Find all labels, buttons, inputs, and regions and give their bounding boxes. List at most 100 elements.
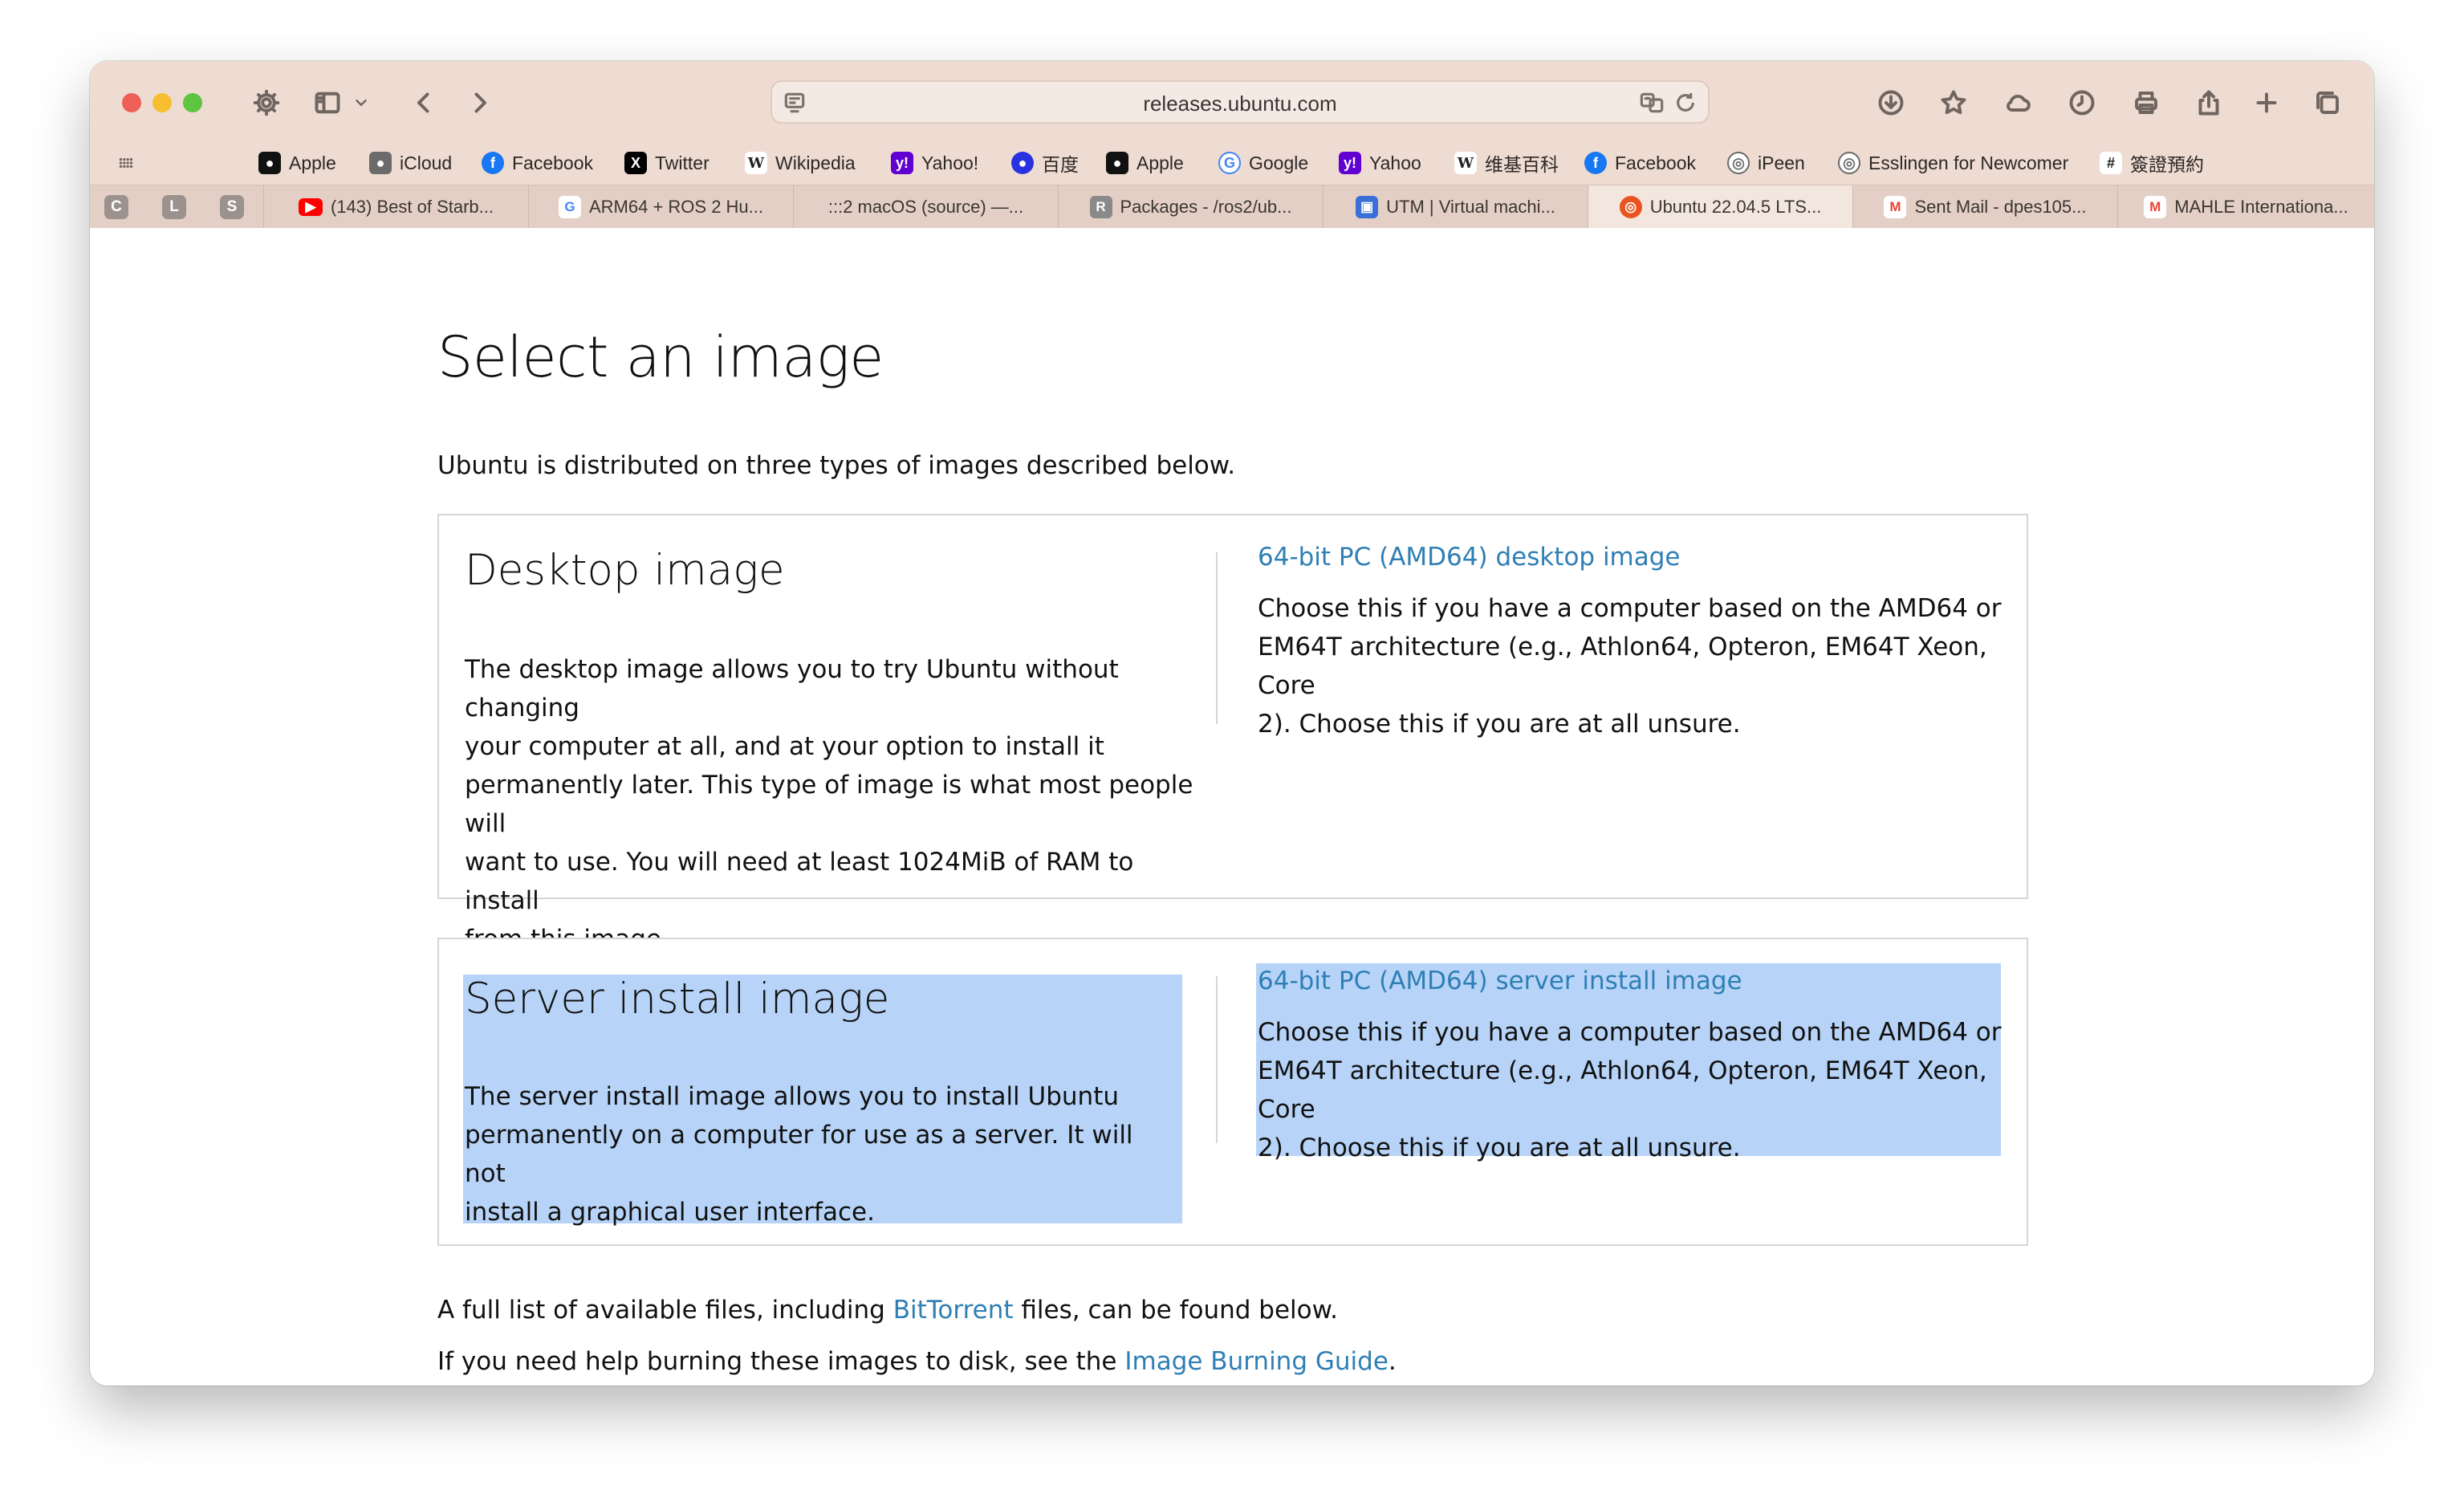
history-icon[interactable] xyxy=(2061,82,2103,124)
google-icon: G xyxy=(1218,152,1241,174)
translate-icon[interactable] xyxy=(1639,90,1665,116)
back-icon[interactable] xyxy=(403,82,445,124)
gmail-icon: M xyxy=(2144,196,2167,218)
pinned-tab[interactable]: S xyxy=(220,195,244,219)
star-icon[interactable] xyxy=(1933,82,1974,124)
grid-icon[interactable] xyxy=(109,141,144,185)
sidebar-icon[interactable] xyxy=(307,82,348,124)
tab-label: :::2 macOS (source) —... xyxy=(827,197,1024,217)
description-line: 2). Choose this if you are at all unsure… xyxy=(1258,710,1741,739)
favorite-item[interactable]: f Facebook xyxy=(482,141,593,185)
reload-icon[interactable] xyxy=(1673,90,1698,116)
pinned-tab[interactable]: L xyxy=(162,195,186,219)
share-icon[interactable] xyxy=(2188,82,2230,124)
x-icon: X xyxy=(624,152,647,174)
favorite-item[interactable]: y! Yahoo xyxy=(1339,141,1421,185)
apple-icon: ● xyxy=(1106,152,1128,174)
footer-text: files, can be found below. xyxy=(1013,1296,1338,1325)
tab[interactable]: M MAHLE Internationa... xyxy=(2117,185,2374,229)
page-content: Select an image Ubuntu is distributed on… xyxy=(90,228,2374,1386)
favorite-label: Wikipedia xyxy=(775,152,856,173)
print-icon[interactable] xyxy=(2125,82,2167,124)
ubuntu-icon: ◎ xyxy=(1619,196,1642,218)
facebook-icon: f xyxy=(482,152,504,174)
tab[interactable]: :::2 macOS (source) —... xyxy=(793,185,1058,229)
favorite-label: 百度 xyxy=(1042,154,1079,175)
r-icon: R xyxy=(1089,196,1112,218)
image-burning-guide-link[interactable]: Image Burning Guide xyxy=(1124,1347,1389,1376)
server-image-card: Server install image The server install … xyxy=(437,938,2028,1246)
favorite-item[interactable]: y! Yahoo! xyxy=(891,141,978,185)
tab-label: Sent Mail - dpes105... xyxy=(1914,197,2087,217)
favorite-item[interactable]: W 维基百科 xyxy=(1454,141,1559,185)
close-window-button[interactable] xyxy=(122,93,141,112)
browser-window: releases.ubuntu.com ● Apple ● iCloud f F… xyxy=(90,61,2374,1386)
favorite-item[interactable]: ● 百度 xyxy=(1011,141,1079,185)
description-line: Choose this if you have a computer based… xyxy=(1258,594,2002,623)
favorite-item[interactable]: ● Apple xyxy=(1106,141,1184,185)
desktop-heading: Desktop image xyxy=(465,546,785,595)
tab-label: Packages - /ros2/ub... xyxy=(1120,197,1292,217)
footer-text: A full list of available files, includin… xyxy=(437,1296,893,1325)
favorite-label: 簽證預約 xyxy=(2130,154,2204,175)
chevron-down-icon[interactable] xyxy=(348,82,374,124)
download-icon[interactable] xyxy=(1870,82,1912,124)
new-tab-icon[interactable] xyxy=(2246,82,2287,124)
description-line: EM64T architecture (e.g., Athlon64, Opte… xyxy=(1258,633,1987,700)
favorite-item[interactable]: ● Apple xyxy=(258,141,336,185)
desktop-image-card: Desktop image The desktop image allows y… xyxy=(437,514,2028,954)
tab[interactable]: M Sent Mail - dpes105... xyxy=(1852,185,2117,229)
favorite-label: Yahoo xyxy=(1369,152,1421,173)
favorite-label: Twitter xyxy=(655,152,710,173)
favorite-label: iPeen xyxy=(1758,152,1805,173)
tab-overview-icon[interactable] xyxy=(2307,82,2348,124)
favorite-item[interactable]: ◎ Esslingen for Newcomer xyxy=(1838,141,2068,185)
baidu-icon: ● xyxy=(1011,152,1034,174)
server-heading: Server install image xyxy=(465,975,890,1024)
footer-text: . xyxy=(1388,1347,1397,1376)
tab[interactable]: ▶ (143) Best of Starb... xyxy=(263,185,528,229)
favorite-item[interactable]: # 簽證預約 xyxy=(2100,141,2204,185)
bittorrent-link[interactable]: BitTorrent xyxy=(893,1296,1014,1325)
favorites-bar: ● Apple ● iCloud f Facebook X Twitter W Wikip… xyxy=(90,141,2374,185)
visa-icon: # xyxy=(2100,152,2122,174)
favorite-item[interactable]: X Twitter xyxy=(624,141,710,185)
server-link-description: Choose this if you have a computer based… xyxy=(1258,1013,2012,1167)
description-line: permanently on a computer for use as a s… xyxy=(465,1121,1133,1188)
yahoo-icon: y! xyxy=(891,152,913,174)
cloud-icon[interactable] xyxy=(1997,82,2039,124)
pinned-tab[interactable]: C xyxy=(104,195,128,219)
favorite-item[interactable]: G Google xyxy=(1218,141,1308,185)
description-line: Choose this if you have a computer based… xyxy=(1258,1018,2002,1047)
favorite-label: Facebook xyxy=(1615,152,1697,173)
favorite-item[interactable]: ● iCloud xyxy=(369,141,452,185)
favorite-label: Apple xyxy=(1136,152,1184,173)
desktop-description: The desktop image allows you to try Ubun… xyxy=(465,650,1195,959)
desktop-image-link[interactable]: 64-bit PC (AMD64) desktop image xyxy=(1258,543,1681,572)
tab-active[interactable]: ◎ Ubuntu 22.04.5 LTS... xyxy=(1588,185,1852,229)
favorite-item[interactable]: ◎ iPeen xyxy=(1727,141,1805,185)
footer-text: If you need help burning these images to… xyxy=(437,1347,1125,1376)
gear-icon[interactable] xyxy=(246,82,287,124)
favorite-item[interactable]: f Facebook xyxy=(1584,141,1696,185)
favorite-label: Yahoo! xyxy=(921,152,979,173)
favorite-label: Facebook xyxy=(512,152,594,173)
favorite-label: Apple xyxy=(289,152,336,173)
tab[interactable]: R Packages - /ros2/ub... xyxy=(1058,185,1323,229)
favorite-item[interactable]: W Wikipedia xyxy=(745,141,856,185)
address-bar[interactable]: releases.ubuntu.com xyxy=(771,80,1710,124)
forward-icon[interactable] xyxy=(459,82,501,124)
toolbar: releases.ubuntu.com xyxy=(90,61,2374,141)
zoom-window-button[interactable] xyxy=(183,93,202,112)
desktop-link-description: Choose this if you have a computer based… xyxy=(1258,589,2012,743)
utm-icon: ▣ xyxy=(1356,196,1379,218)
description-line: want to use. You will need at least 1024… xyxy=(465,848,1134,915)
tab-label: ARM64 + ROS 2 Hu... xyxy=(588,197,764,217)
minimize-window-button[interactable] xyxy=(152,93,172,112)
tab[interactable]: G ARM64 + ROS 2 Hu... xyxy=(528,185,793,229)
wikipedia-icon: W xyxy=(1454,152,1477,174)
tab[interactable]: ▣ UTM | Virtual machi... xyxy=(1323,185,1588,229)
server-image-link[interactable]: 64-bit PC (AMD64) server install image xyxy=(1258,967,1742,995)
browser-chrome: releases.ubuntu.com ● Apple ● iCloud f F… xyxy=(90,61,2374,229)
description-line: permanently later. This type of image is… xyxy=(465,771,1193,838)
